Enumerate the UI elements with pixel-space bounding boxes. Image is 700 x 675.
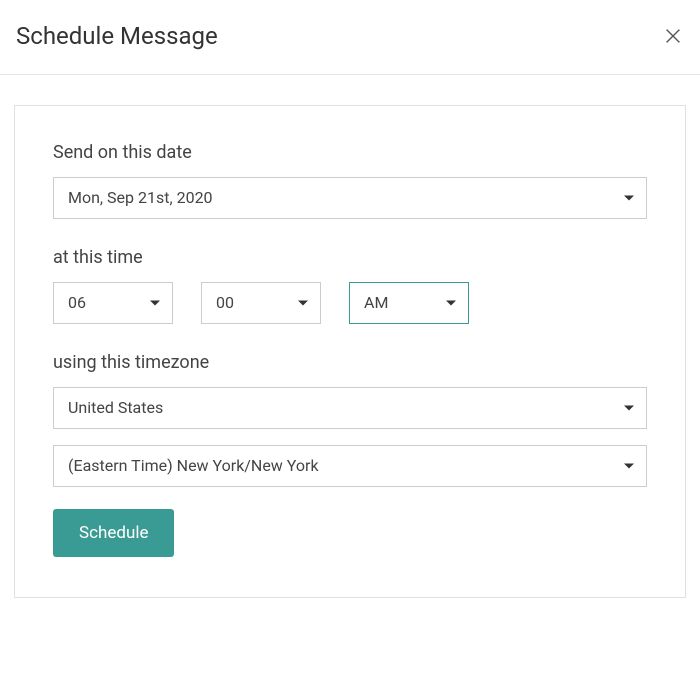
timezone-select[interactable]: (Eastern Time) New York/New York [53,445,647,487]
ampm-select-wrap: AM [349,282,469,324]
date-select-wrap: Mon, Sep 21st, 2020 [53,177,647,219]
minute-select-wrap: 00 [201,282,321,324]
date-select[interactable]: Mon, Sep 21st, 2020 [53,177,647,219]
schedule-form-panel: Send on this date Mon, Sep 21st, 2020 at… [14,105,686,598]
dialog-header: Schedule Message [0,0,700,75]
minute-select[interactable]: 00 [201,282,321,324]
date-label: Send on this date [53,142,647,163]
timezone-stack: United States (Eastern Time) New York/Ne… [53,387,647,487]
schedule-button[interactable]: Schedule [53,509,174,557]
hour-select-wrap: 06 [53,282,173,324]
time-label: at this time [53,247,647,268]
timezone-select-wrap: (Eastern Time) New York/New York [53,445,647,487]
close-icon [662,25,684,47]
time-row: 06 00 AM [53,282,647,324]
dialog-title: Schedule Message [16,22,218,50]
timezone-group: using this timezone United States (Easte… [53,352,647,487]
date-group: Send on this date Mon, Sep 21st, 2020 [53,142,647,219]
country-select[interactable]: United States [53,387,647,429]
time-group: at this time 06 00 AM [53,247,647,324]
country-select-wrap: United States [53,387,647,429]
close-button[interactable] [662,25,684,47]
timezone-label: using this timezone [53,352,647,373]
ampm-select[interactable]: AM [349,282,469,324]
hour-select[interactable]: 06 [53,282,173,324]
